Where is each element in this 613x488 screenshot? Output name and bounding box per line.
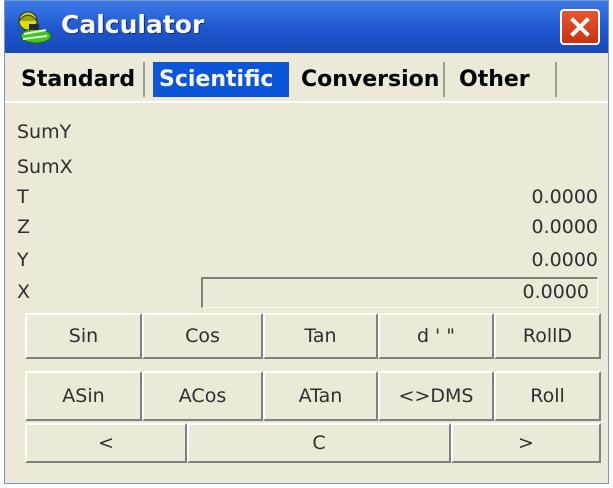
close-button[interactable] xyxy=(560,9,600,45)
sumy-label: SumY xyxy=(17,121,72,143)
tab-other[interactable]: Other xyxy=(453,62,557,97)
tab-scientific[interactable]: Scientific xyxy=(153,62,289,97)
window-title: Calculator xyxy=(61,10,205,39)
tab-standard[interactable]: Standard xyxy=(15,62,145,97)
calculator-window: Calculator Standard Scientific Conversio… xyxy=(4,0,609,484)
y-register-value: 0.0000 xyxy=(531,249,598,271)
left-arrow-button[interactable]: < xyxy=(25,423,187,463)
cos-button[interactable]: Cos xyxy=(142,313,263,359)
asin-button[interactable]: ASin xyxy=(25,371,142,421)
title-bar: Calculator xyxy=(5,1,608,53)
tan-button[interactable]: Tan xyxy=(263,313,378,359)
rolld-button[interactable]: RollD xyxy=(494,313,601,359)
sumx-label: SumX xyxy=(17,156,73,178)
roll-button[interactable]: Roll xyxy=(494,371,601,421)
sin-button[interactable]: Sin xyxy=(25,313,142,359)
t-register-label: T xyxy=(17,186,29,208)
right-arrow-button[interactable]: > xyxy=(451,423,601,463)
z-register-value: 0.0000 xyxy=(531,216,598,238)
to-dms-button[interactable]: <>DMS xyxy=(378,371,494,421)
atan-button[interactable]: ATan xyxy=(263,371,378,421)
clear-button[interactable]: C xyxy=(187,423,451,463)
y-register-label: Y xyxy=(17,249,29,271)
tab-conversion[interactable]: Conversion xyxy=(295,62,445,97)
app-icon xyxy=(18,11,52,44)
t-register-value: 0.0000 xyxy=(531,186,598,208)
x-register-input[interactable]: 0.0000 xyxy=(201,277,598,308)
dms-symbol-button[interactable]: d ' " xyxy=(378,313,494,359)
z-register-label: Z xyxy=(17,216,31,238)
acos-button[interactable]: ACos xyxy=(142,371,263,421)
x-register-label: X xyxy=(17,281,31,303)
tab-strip: Standard Scientific Conversion Other xyxy=(5,57,608,103)
close-icon xyxy=(570,17,590,37)
